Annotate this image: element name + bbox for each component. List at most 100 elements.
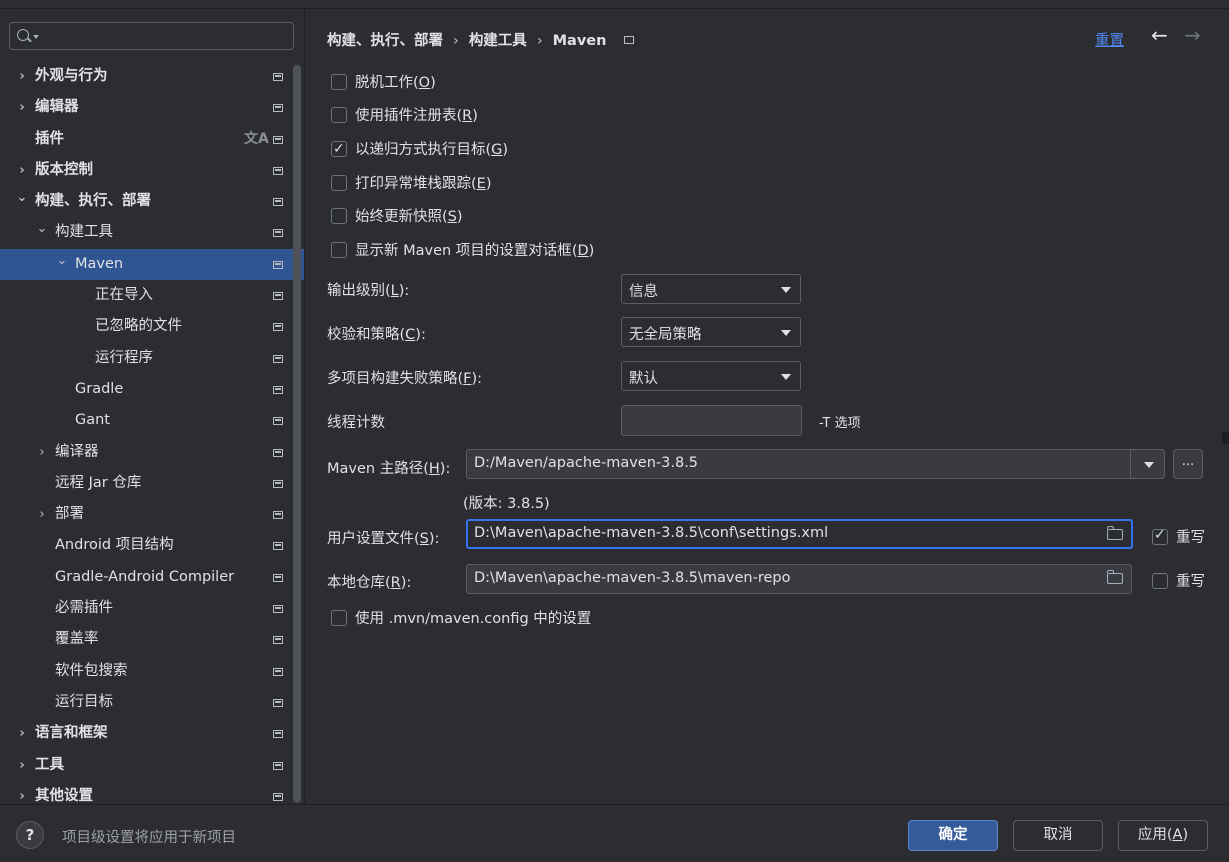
ok-button[interactable]: 确定 <box>908 820 998 851</box>
maven-home-label: Maven 主路径(H): <box>327 461 451 477</box>
sidebar-item-label: 远程 Jar 仓库 <box>55 474 142 491</box>
mvn-config-label: 使用 .mvn/maven.config 中的设置 <box>355 611 592 627</box>
maven-home-combo[interactable]: D:/Maven/apache-maven-3.8.5 <box>466 449 1165 479</box>
breadcrumb-build-tools[interactable]: 构建工具 <box>469 29 527 50</box>
sidebar-item-label: Gant <box>75 412 110 429</box>
maven-home-value: D:/Maven/apache-maven-3.8.5 <box>474 455 699 471</box>
mvn-config-checkbox[interactable] <box>331 610 347 626</box>
offline-checkbox-row[interactable]: 脱机工作(O) <box>331 73 436 93</box>
back-arrow-icon[interactable]: ← <box>1151 23 1168 47</box>
sidebar-item[interactable]: 软件包搜索 <box>0 656 304 687</box>
breadcrumb-build-execution-deployment[interactable]: 构建、执行、部署 <box>327 29 443 50</box>
sidebar-item[interactable]: 覆盖率 <box>0 624 304 655</box>
sidebar-item[interactable]: 运行程序 <box>0 343 304 374</box>
chevron-right-icon[interactable]: › <box>16 92 28 123</box>
update-snapshots-checkbox[interactable] <box>331 208 347 224</box>
sidebar-item[interactable]: 已忽略的文件 <box>0 311 304 342</box>
offline-label: 脱机工作(O) <box>355 75 436 91</box>
update-snapshots-checkbox-row[interactable]: 始终更新快照(S) <box>331 207 463 227</box>
cancel-button[interactable]: 取消 <box>1013 820 1103 851</box>
sidebar-item[interactable]: › 部署 <box>0 499 304 530</box>
sidebar-item[interactable]: › 外观与行为 <box>0 61 304 92</box>
forward-arrow-icon[interactable]: → <box>1184 23 1201 47</box>
sidebar-item[interactable]: Android 项目结构 <box>0 530 304 561</box>
stacktrace-checkbox[interactable] <box>331 175 347 191</box>
chevron-down-icon[interactable]: ⌄ <box>16 182 28 213</box>
recursive-checkbox-row[interactable]: 以递归方式执行目标(G) <box>331 139 509 160</box>
user-settings-input[interactable]: D:\Maven\apache-maven-3.8.5\conf\setting… <box>466 519 1133 549</box>
offline-checkbox[interactable] <box>331 74 347 90</box>
show-settings-dialog-checkbox-row[interactable]: 显示新 Maven 项目的设置对话框(D) <box>331 241 594 261</box>
local-repo-override-checkbox[interactable] <box>1152 573 1168 589</box>
plugin-registry-checkbox[interactable] <box>331 107 347 123</box>
sidebar-item[interactable]: 插件 文A <box>0 124 304 155</box>
apply-button[interactable]: 应用(A) <box>1118 820 1208 851</box>
project-level-icon <box>273 354 283 363</box>
sidebar-scrollbar[interactable] <box>293 65 301 803</box>
help-button[interactable]: ? <box>16 821 44 849</box>
sidebar-item-label: 构建、执行、部署 <box>35 193 151 210</box>
dropdown-arrow-icon[interactable] <box>1144 462 1154 468</box>
sidebar-item[interactable]: › 语言和框架 <box>0 718 304 749</box>
chevron-right-icon[interactable]: › <box>36 437 48 468</box>
folder-icon[interactable] <box>1107 570 1123 584</box>
failure-policy-select[interactable]: 默认 <box>621 361 801 391</box>
sidebar-item[interactable]: › 版本控制 <box>0 155 304 186</box>
dropdown-arrow-icon <box>781 287 791 293</box>
user-settings-override[interactable]: 重写 <box>1152 526 1205 547</box>
sidebar-item[interactable]: Gradle-Android Compiler <box>0 562 304 593</box>
show-settings-dialog-label: 显示新 Maven 项目的设置对话框(D) <box>355 243 595 259</box>
recursive-checkbox[interactable] <box>331 139 347 159</box>
local-repo-override[interactable]: 重写 <box>1152 570 1205 591</box>
chevron-down-icon[interactable]: ⌄ <box>36 213 48 244</box>
sidebar-item-label: 部署 <box>55 506 84 523</box>
footer-note: 项目级设置将应用于新项目 <box>62 830 236 846</box>
plugin-registry-checkbox-row[interactable]: 使用插件注册表(R) <box>331 106 478 126</box>
sidebar-item[interactable]: 正在导入 <box>0 280 304 311</box>
sidebar-item[interactable]: 必需插件 <box>0 593 304 624</box>
project-level-icon <box>273 636 283 645</box>
sidebar-item[interactable]: › 其他设置 <box>0 781 304 804</box>
sidebar-item[interactable]: › 编译器 <box>0 437 304 468</box>
sidebar-item-label: 编译器 <box>55 443 99 460</box>
project-level-icon <box>273 761 283 770</box>
dropdown-arrow-icon <box>781 374 791 380</box>
sidebar-item[interactable]: ⌄ Maven <box>0 248 304 281</box>
chevron-right-icon[interactable]: › <box>16 750 28 781</box>
stacktrace-checkbox-row[interactable]: 打印异常堆栈跟踪(E) <box>331 174 492 194</box>
sidebar-item[interactable]: › 编辑器 <box>0 92 304 123</box>
sidebar-item[interactable]: Gant <box>0 405 304 436</box>
checksum-policy-select[interactable]: 无全局策略 <box>621 317 801 347</box>
sidebar-item-label: 其他设置 <box>35 787 93 804</box>
output-level-select[interactable]: 信息 <box>621 274 801 304</box>
recursive-label: 以递归方式执行目标(G) <box>355 142 509 158</box>
chevron-right-icon[interactable]: › <box>16 61 28 92</box>
sidebar-item-label: 软件包搜索 <box>55 662 128 679</box>
sidebar-item[interactable]: ⌄ 构建工具 <box>0 217 304 248</box>
sidebar-item[interactable]: 远程 Jar 仓库 <box>0 468 304 499</box>
chevron-down-icon[interactable]: ⌄ <box>56 245 68 276</box>
reset-link[interactable]: 重置 <box>1095 29 1124 50</box>
settings-sidebar: › 外观与行为 › 编辑器 插件 文A › 版本控制 ⌄ 构建、执行、部署 ⌄ 构建工具 ⌄ Maven 正… <box>0 9 305 804</box>
sidebar-item[interactable]: 运行目标 <box>0 687 304 718</box>
chevron-right-icon[interactable]: › <box>16 781 28 804</box>
plugin-registry-label: 使用插件注册表(R) <box>355 108 478 124</box>
project-level-icon <box>273 511 283 520</box>
folder-icon[interactable] <box>1107 526 1123 540</box>
user-settings-override-checkbox[interactable] <box>1152 527 1168 545</box>
settings-search-input[interactable] <box>9 22 294 50</box>
search-history-dropdown-icon[interactable] <box>33 35 39 39</box>
browse-maven-home-button[interactable]: ... <box>1173 449 1203 479</box>
sidebar-item[interactable]: › 工具 <box>0 750 304 781</box>
thread-count-hint: -T 选项 <box>819 416 861 431</box>
thread-count-input[interactable] <box>621 405 802 436</box>
thread-count-label: 线程计数 <box>327 415 385 431</box>
local-repo-input[interactable]: D:\Maven\apache-maven-3.8.5\maven-repo <box>466 564 1132 594</box>
chevron-right-icon[interactable]: › <box>16 718 28 749</box>
mvn-config-checkbox-row[interactable]: 使用 .mvn/maven.config 中的设置 <box>331 609 591 629</box>
chevron-right-icon[interactable]: › <box>36 499 48 530</box>
breadcrumb-separator-icon: › <box>536 33 543 49</box>
show-settings-dialog-checkbox[interactable] <box>331 242 347 258</box>
translate-icon: 文A <box>244 130 269 147</box>
sidebar-item[interactable]: Gradle <box>0 374 304 405</box>
